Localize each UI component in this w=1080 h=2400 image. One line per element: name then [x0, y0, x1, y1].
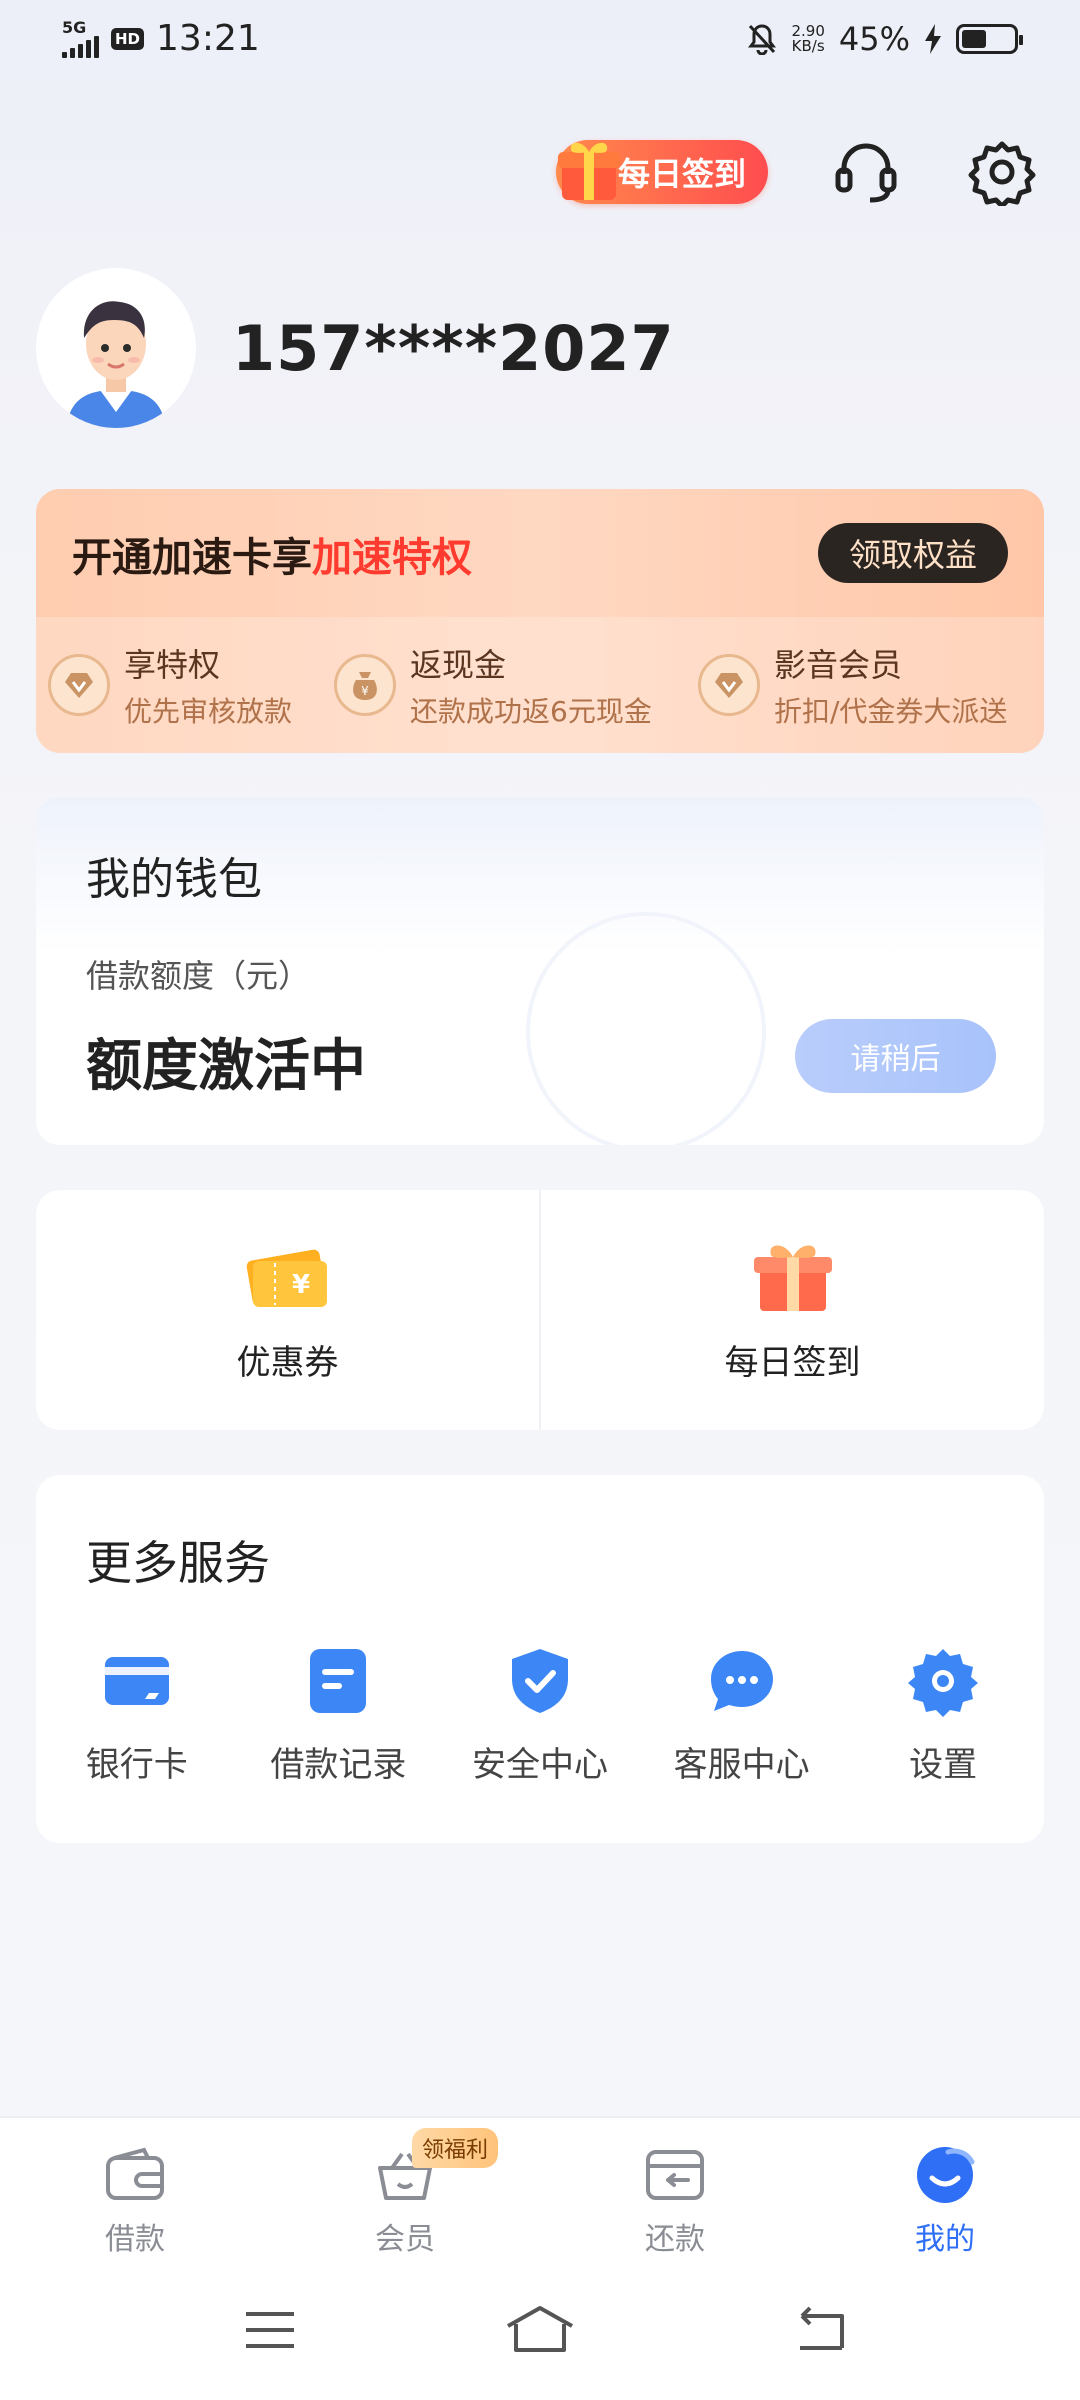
- accelerate-card-promo[interactable]: 开通加速卡享加速特权 领取权益 享特权 优先审核放款 ¥ 返现金 还款成功返6元…: [36, 489, 1044, 753]
- money-bag-icon: ¥: [334, 654, 396, 716]
- more-services: 更多服务 银行卡 借款记录 安全中心 客服中心 设置: [36, 1475, 1044, 1843]
- menu-icon[interactable]: [240, 2302, 300, 2358]
- bank-card-icon: [104, 1657, 169, 1705]
- please-wait-button[interactable]: 请稍后: [795, 1019, 996, 1093]
- chat-icon: [710, 1651, 773, 1711]
- wallet-icon: [106, 2147, 164, 2200]
- services-title: 更多服务: [86, 1536, 270, 1590]
- home-icon[interactable]: [504, 2302, 576, 2358]
- cellular-signal-icon: 5G: [62, 17, 99, 58]
- daily-checkin-button[interactable]: 每日签到: [556, 140, 768, 204]
- wallet-decoration: [526, 912, 766, 1145]
- member-badge: 领福利: [412, 2128, 499, 2168]
- wallet-title: 我的钱包: [86, 854, 262, 905]
- headset-icon[interactable]: [832, 138, 900, 206]
- gift-icon: [558, 142, 620, 200]
- battery-percent: 45%: [838, 20, 910, 58]
- wallet-card: 我的钱包 借款额度（元） 额度激活中 请稍后: [36, 797, 1044, 1145]
- perk-cashback[interactable]: ¥ 返现金 还款成功返6元现金: [334, 617, 698, 753]
- battery-icon: [956, 24, 1023, 54]
- system-navigation-bar: [0, 2260, 1080, 2400]
- perk-media-membership[interactable]: 影音会员 折扣/代金券大派送: [698, 617, 1038, 753]
- network-type: 5G: [62, 17, 87, 37]
- nav-tab-borrow[interactable]: 借款: [0, 2118, 270, 2260]
- bell-muted-icon: [748, 24, 777, 55]
- service-security-center[interactable]: 安全中心: [439, 1645, 641, 1786]
- nav-tab-repay[interactable]: 还款: [540, 2118, 810, 2260]
- charging-icon: [925, 24, 941, 54]
- svg-text:¥: ¥: [291, 1270, 309, 1300]
- gift-box-icon: [753, 1245, 832, 1311]
- service-customer-center[interactable]: 客服中心: [641, 1645, 843, 1786]
- user-phone: 157****2027: [232, 312, 675, 385]
- credit-limit-label: 借款额度（元）: [86, 957, 311, 995]
- gear-icon: [908, 1649, 979, 1717]
- avatar-illustration: [66, 301, 166, 428]
- hd-badge: HD: [111, 27, 145, 50]
- document-icon: [310, 1649, 367, 1713]
- heart-diamond-icon: [698, 654, 760, 716]
- checkin-label: 每日签到: [724, 1342, 861, 1383]
- profile-face-icon: [917, 2147, 975, 2203]
- service-settings[interactable]: 设置: [842, 1645, 1044, 1786]
- nav-tab-mine[interactable]: 我的: [810, 2118, 1080, 2260]
- service-bank-card[interactable]: 银行卡: [36, 1645, 238, 1786]
- coupon-entry[interactable]: ¥ 优惠券: [36, 1190, 539, 1430]
- service-loan-records[interactable]: 借款记录: [238, 1645, 440, 1786]
- checkin-label: 每日签到: [618, 155, 747, 193]
- bottom-nav: 借款 会员 领福利 还款 我的: [0, 2116, 1080, 2260]
- credit-limit-status: 额度激活中: [86, 1034, 366, 1099]
- perk-privilege[interactable]: 享特权 优先审核放款: [48, 617, 334, 753]
- avatar[interactable]: [36, 268, 196, 428]
- repay-card-icon: [646, 2150, 704, 2200]
- shield-check-icon: [511, 1649, 568, 1713]
- settings-gear-icon[interactable]: [968, 138, 1036, 206]
- claim-benefits-button[interactable]: 领取权益: [818, 523, 1008, 583]
- coupon-icon: ¥: [246, 1249, 327, 1307]
- promo-title: 开通加速卡享加速特权: [72, 535, 472, 581]
- nav-tab-member[interactable]: 会员 领福利: [270, 2118, 540, 2260]
- status-bar: 5G HD 13:21 2.90 KB/s 45%: [0, 0, 1080, 84]
- daily-checkin-entry[interactable]: 每日签到: [539, 1190, 1044, 1430]
- quick-actions: ¥ 优惠券 每日签到: [36, 1190, 1044, 1430]
- back-icon[interactable]: [790, 2302, 850, 2358]
- svg-text:¥: ¥: [361, 684, 369, 698]
- coupon-label: 优惠券: [236, 1342, 339, 1383]
- network-speed: 2.90 KB/s: [791, 22, 825, 55]
- status-time: 13:21: [156, 18, 260, 59]
- heart-diamond-icon: [48, 654, 110, 716]
